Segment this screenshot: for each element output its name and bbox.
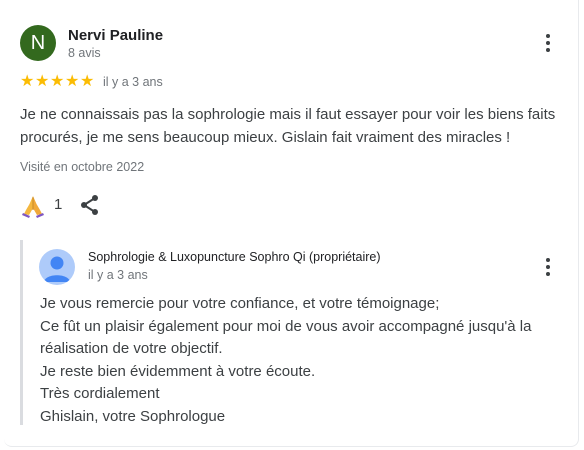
owner-person-icon <box>39 249 75 285</box>
star-icon: ★ <box>35 73 50 90</box>
author-review-count: 8 avis <box>68 46 101 60</box>
author-avatar[interactable]: N <box>20 25 56 61</box>
review-date: il y a 3 ans <box>103 75 163 89</box>
star-icon: ★ <box>80 73 95 90</box>
owner-name: Sophrologie & Luxopuncture Sophro Qi (pr… <box>88 250 381 264</box>
owner-reply-date: il y a 3 ans <box>88 268 148 282</box>
review-more-options-icon[interactable] <box>538 32 558 56</box>
visit-date: Visité en octobre 2022 <box>20 160 145 174</box>
reply-more-options-icon[interactable] <box>538 256 558 280</box>
reply-line: Ce fût un plaisir également pour moi de … <box>40 317 532 335</box>
star-icon: ★ <box>20 73 35 90</box>
reply-line: Je reste bien évidemment à votre écoute. <box>40 362 316 380</box>
share-icon[interactable] <box>78 193 102 217</box>
reply-line: Ghislain, votre Sophrologue <box>40 407 226 425</box>
reaction-count: 1 <box>54 196 63 213</box>
reply-line: réalisation de votre objectif. <box>40 340 223 357</box>
star-rating: ★ ★ ★ ★ ★ <box>20 74 95 90</box>
star-icon: ★ <box>50 73 65 90</box>
folded-hands-reaction-icon[interactable] <box>20 192 46 218</box>
owner-reply-text: Je vous remercie pour votre confiance, e… <box>40 293 570 428</box>
reply-line: Je vous remercie pour votre confiance, e… <box>40 295 440 312</box>
review-text: Je ne connaissais pas la sophrologie mai… <box>20 106 556 146</box>
owner-reply-divider <box>20 240 23 425</box>
star-icon: ★ <box>65 73 80 90</box>
reply-line: Très cordialement <box>40 385 160 402</box>
author-name[interactable]: Nervi Pauline <box>68 27 163 44</box>
